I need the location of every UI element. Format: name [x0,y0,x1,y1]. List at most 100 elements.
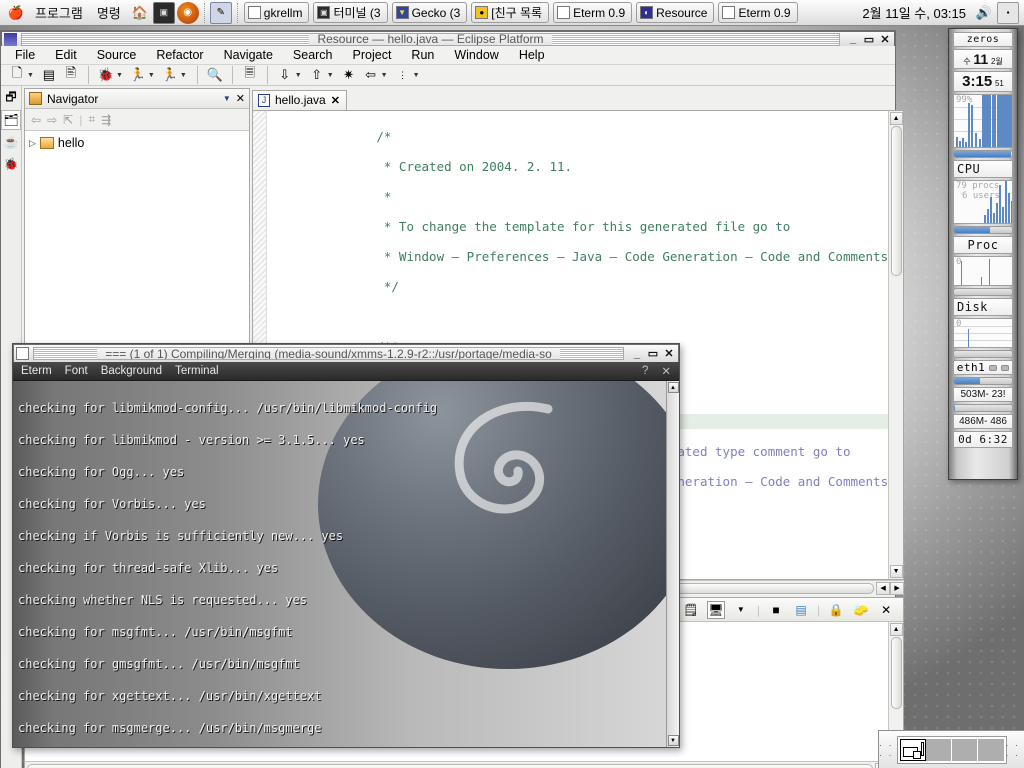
editor-launcher-icon[interactable]: ✎ [209,1,232,24]
eterm-minimize-button[interactable]: _ [630,347,644,361]
terminal-launcher-icon[interactable]: ▣ [152,1,175,24]
terminate-icon[interactable]: ■ [767,601,785,619]
run-button[interactable]: 🏃 [128,65,148,85]
back-icon[interactable]: ⇦ [31,113,41,127]
eclipse-titlebar[interactable]: Resource — hello.java — Eclipse Platform… [1,31,895,46]
scroll-lock-icon[interactable]: 🔒 [827,601,845,619]
menu-source[interactable]: Source [87,46,147,64]
mozilla-launcher-icon[interactable]: ◉ [176,1,199,24]
chevron-down-icon[interactable]: ▼ [295,72,302,79]
task-button-eterm-1[interactable]: Eterm 0.9 [553,2,633,23]
eterm-maximize-button[interactable]: ▭ [646,347,660,361]
display-selected-console-icon[interactable]: 🖥 [706,600,725,619]
chevron-down-icon[interactable]: ▼ [327,72,334,79]
menu-refactor[interactable]: Refactor [146,46,213,64]
console-horizontal-scrollbar[interactable]: ◀ ▶ [25,761,904,768]
editor-vertical-scrollbar[interactable]: ▲ ▼ [888,111,904,579]
close-icon[interactable]: ✕ [236,92,245,105]
speaker-icon[interactable]: 🔊 [973,2,995,24]
gkrellm-date[interactable]: 수 11 2월 [953,49,1013,69]
scroll-down-icon[interactable]: ▼ [667,735,679,746]
scroll-thumb[interactable] [890,637,902,709]
task-button-gkrellm[interactable]: gkrellm [243,2,310,23]
debug-button[interactable]: 🐞 [96,65,116,85]
expander-icon[interactable]: ▷ [29,138,36,149]
menu-window[interactable]: Window [444,46,508,64]
eterm-menu-font[interactable]: Font [65,365,88,377]
forward-icon[interactable]: ⇨ [47,113,57,127]
gkrellm-hda-graph[interactable]: 0 [953,318,1013,348]
scroll-thumb[interactable] [890,126,902,276]
back-button[interactable]: ⇦ [361,65,381,85]
last-edit-location-button[interactable]: ✷ [339,65,359,85]
pager-desktop-2[interactable] [925,738,952,761]
eterm-menu-background[interactable]: Background [101,365,162,377]
scroll-right-icon[interactable]: ▶ [890,581,905,595]
chevron-down-icon[interactable]: ▼ [381,72,388,79]
view-menu-icon[interactable]: ▼ [223,94,231,103]
taskbar-clock[interactable]: 2월 11일 수, 03:15 [856,3,972,22]
task-button-eterm-2[interactable]: Eterm 0.9 [718,2,798,23]
task-button-gecko[interactable]: ▼ Gecko (3 [391,2,468,23]
menu-search[interactable]: Search [283,46,343,64]
eterm-menu-eterm[interactable]: Eterm [21,365,52,377]
pager-desktop-1[interactable] [899,738,926,761]
chevron-down-icon[interactable]: ▼ [413,72,420,79]
external-tools-button[interactable]: 🏃 [160,65,180,85]
pager-desktop-3[interactable] [951,738,978,761]
scroll-up-icon[interactable]: ▲ [889,623,903,636]
navigator-tabrow[interactable]: Navigator ▼ ✕ [25,89,249,109]
gkrellm-disk-graph[interactable]: 0 [953,256,1013,286]
new-wizard-button[interactable]: 🗋 [7,65,27,85]
task-button-resource[interactable]: ◐ Resource [636,2,715,23]
pager-desktop-4[interactable] [977,738,1004,761]
scroll-left-icon[interactable]: ◀ [876,581,891,595]
eterm-close-button[interactable]: ✕ [662,347,676,361]
search-button[interactable]: 🔍 [205,65,225,85]
menu-navigate[interactable]: Navigate [214,46,283,64]
task-button-messenger[interactable]: ● [친구 목록 [471,2,550,23]
gkrellm-net-row[interactable]: eth1 [953,360,1013,375]
close-view-icon[interactable]: ✕ [877,601,895,619]
scroll-thumb[interactable] [27,763,874,768]
forward-button[interactable]: ⋮ [393,65,413,85]
gkrellm-cpu-graph[interactable]: 99% [953,94,1013,148]
scroll-down-icon[interactable]: ▼ [889,565,903,578]
gkrellm-clock[interactable]: 3:15 51 [953,71,1013,92]
menu-run[interactable]: Run [401,46,444,64]
print-button[interactable]: 🖹 [61,65,81,85]
menu-project[interactable]: Project [343,46,402,64]
menu-edit[interactable]: Edit [45,46,87,64]
scroll-up-icon[interactable]: ▲ [889,112,903,125]
open-type-button[interactable]: 🗏 [240,65,260,85]
java-perspective-icon[interactable]: ☕ [1,132,21,152]
resource-perspective-icon[interactable]: 🗂 [1,110,21,130]
eterm-screen[interactable]: checking for libmikmod-config... /usr/bi… [13,381,679,747]
collapse-all-icon[interactable]: ⌗ [88,112,95,127]
menu-commands[interactable]: 명령 [90,2,128,23]
chevron-down-icon[interactable]: ▼ [27,72,34,79]
remove-all-terminated-icon[interactable]: ▤ [792,601,810,619]
apple-icon[interactable]: 🍎 [5,2,27,24]
eterm-menu-terminal[interactable]: Terminal [175,365,218,377]
eclipse-maximize-button[interactable]: ▭ [862,32,876,46]
link-editor-icon[interactable]: ⇶ [101,113,111,127]
editor-tab-hello-java[interactable]: J hello.java ✕ [252,90,347,110]
tree-item-hello[interactable]: ▷ hello [29,136,245,150]
eterm-close-icon[interactable]: ✕ [661,364,671,378]
up-icon[interactable]: ⇱ [63,113,73,127]
next-annotation-button[interactable]: ⇩ [275,65,295,85]
eterm-help-button[interactable]: ? [642,365,648,377]
chevron-down-icon[interactable]: ▼ [180,72,187,79]
chevron-down-icon[interactable]: ▼ [116,72,123,79]
task-button-terminal[interactable]: ▣ 터미널 (3 [313,2,388,23]
menu-help[interactable]: Help [509,46,555,64]
eterm-scrollbar[interactable]: ▲ ▼ [666,381,679,747]
scroll-up-icon[interactable]: ▲ [667,382,679,393]
eterm-titlebar[interactable]: === (1 of 1) Compiling/Merging (media-so… [13,344,679,362]
home-launcher-icon[interactable]: 🏠 [129,2,151,24]
menu-file[interactable]: File [5,46,45,64]
close-icon[interactable]: ✕ [331,94,340,107]
save-button[interactable]: ▤ [39,65,59,85]
open-perspective-icon[interactable]: 🗗 [1,88,21,108]
